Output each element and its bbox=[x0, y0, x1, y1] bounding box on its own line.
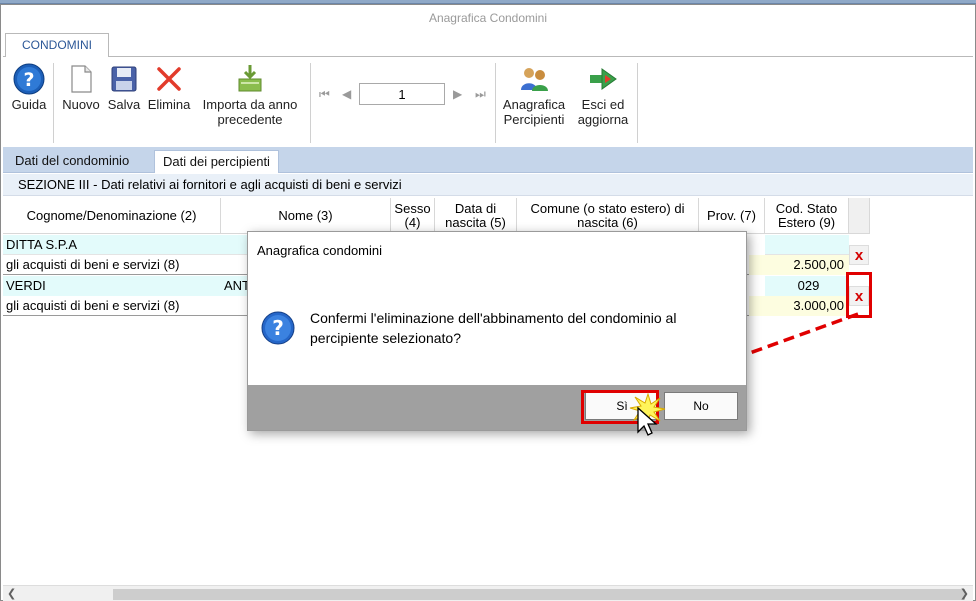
confirm-dialog: Anagrafica condomini ? Confermi l'elimin… bbox=[247, 231, 747, 431]
svg-text:?: ? bbox=[272, 316, 284, 340]
dialog-message-line1: Confermi l'eliminazione dell'abbinamento… bbox=[310, 310, 677, 326]
dialog-footer: Sì No bbox=[248, 385, 746, 430]
dialog-message: Confermi l'eliminazione dell'abbinamento… bbox=[310, 308, 730, 348]
question-icon: ? bbox=[261, 311, 295, 348]
cursor-icon bbox=[629, 392, 666, 436]
dialog-message-line2: percipiente selezionato? bbox=[310, 330, 461, 346]
no-button[interactable]: No bbox=[664, 392, 738, 420]
dialog-body: ? Confermi l'eliminazione dell'abbinamen… bbox=[248, 270, 746, 385]
dialog-title: Anagrafica condomini bbox=[248, 232, 746, 270]
